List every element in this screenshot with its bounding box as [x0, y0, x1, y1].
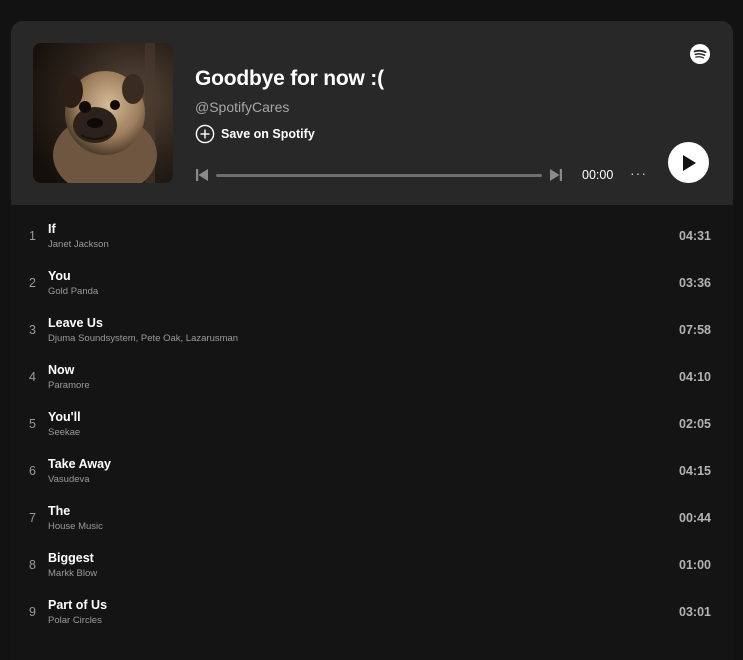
track-artist: Markk Blow: [48, 568, 98, 579]
track-artist: Gold Panda: [48, 286, 99, 297]
track-row[interactable]: 7 The House Music 00:44: [11, 487, 733, 534]
track-name: Leave Us: [48, 316, 103, 330]
track-number: 6: [29, 464, 36, 478]
track-row[interactable]: 1 If Janet Jackson 04:31: [11, 205, 733, 252]
track-duration: 00:44: [679, 511, 711, 525]
playlist-cover-image[interactable]: [33, 43, 173, 183]
track-duration: 04:31: [679, 229, 711, 243]
track-duration: 04:15: [679, 464, 711, 478]
track-number: 2: [29, 276, 36, 290]
track-number: 1: [29, 229, 36, 243]
save-on-spotify-button[interactable]: Save on Spotify: [195, 124, 315, 144]
track-list: 1 If Janet Jackson 04:31 2 You Gold Pand…: [11, 205, 733, 628]
skip-previous-icon[interactable]: [195, 168, 209, 182]
track-artist: Janet Jackson: [48, 239, 109, 250]
plus-circle-icon: [195, 124, 215, 144]
track-name: You'll: [48, 410, 81, 424]
pug-cover-art: [33, 43, 173, 183]
track-duration: 03:36: [679, 276, 711, 290]
track-row[interactable]: 9 Part of Us Polar Circles 03:01: [11, 581, 733, 628]
track-row[interactable]: 2 You Gold Panda 03:36: [11, 252, 733, 299]
track-duration: 07:58: [679, 323, 711, 337]
track-artist: Djuma Soundsystem, Pete Oak, Lazarusman: [48, 333, 239, 344]
track-number: 9: [29, 605, 36, 619]
track-name: Part of Us: [48, 598, 108, 612]
playback-time: 00:00: [582, 168, 614, 182]
track-number: 4: [29, 370, 36, 384]
track-artist: Vasudeva: [48, 474, 90, 485]
spotify-embed: Goodbye for now :( @SpotifyCares Save on…: [11, 21, 733, 660]
skip-next-icon[interactable]: [549, 168, 563, 182]
track-name: Now: [48, 363, 75, 377]
track-duration: 01:00: [679, 558, 711, 572]
track-artist: Paramore: [48, 380, 90, 391]
spotify-logo-icon[interactable]: [690, 44, 710, 64]
track-duration: 02:05: [679, 417, 711, 431]
play-button[interactable]: [668, 142, 709, 183]
track-row[interactable]: 8 Biggest Markk Blow 01:00: [11, 534, 733, 581]
track-row[interactable]: 3 Leave Us Djuma Soundsystem, Pete Oak, …: [11, 299, 733, 346]
track-name: Biggest: [48, 551, 94, 565]
track-number: 8: [29, 558, 36, 572]
track-row[interactable]: 4 Now Paramore 04:10: [11, 346, 733, 393]
track-number: 3: [29, 323, 36, 337]
track-name: You: [48, 269, 71, 283]
track-name: The: [48, 504, 71, 518]
playlist-owner[interactable]: @SpotifyCares: [195, 99, 289, 115]
track-duration: 04:10: [679, 370, 711, 384]
track-number: 7: [29, 511, 36, 525]
save-label: Save on Spotify: [221, 127, 315, 141]
track-name: Take Away: [48, 457, 112, 471]
more-options-button[interactable]: ···: [630, 165, 647, 181]
track-artist: Seekae: [48, 427, 81, 438]
track-artist: House Music: [48, 521, 103, 532]
playlist-title: Goodbye for now :(: [195, 67, 384, 90]
progress-bar[interactable]: [216, 174, 542, 177]
playlist-header: Goodbye for now :( @SpotifyCares Save on…: [11, 21, 733, 205]
track-duration: 03:01: [679, 605, 711, 619]
play-icon: [682, 154, 696, 171]
track-row[interactable]: 6 Take Away Vasudeva 04:15: [11, 440, 733, 487]
track-row[interactable]: 5 You'll Seekae 02:05: [11, 393, 733, 440]
track-number: 5: [29, 417, 36, 431]
track-artist: Polar Circles: [48, 615, 102, 626]
track-name: If: [48, 222, 56, 236]
